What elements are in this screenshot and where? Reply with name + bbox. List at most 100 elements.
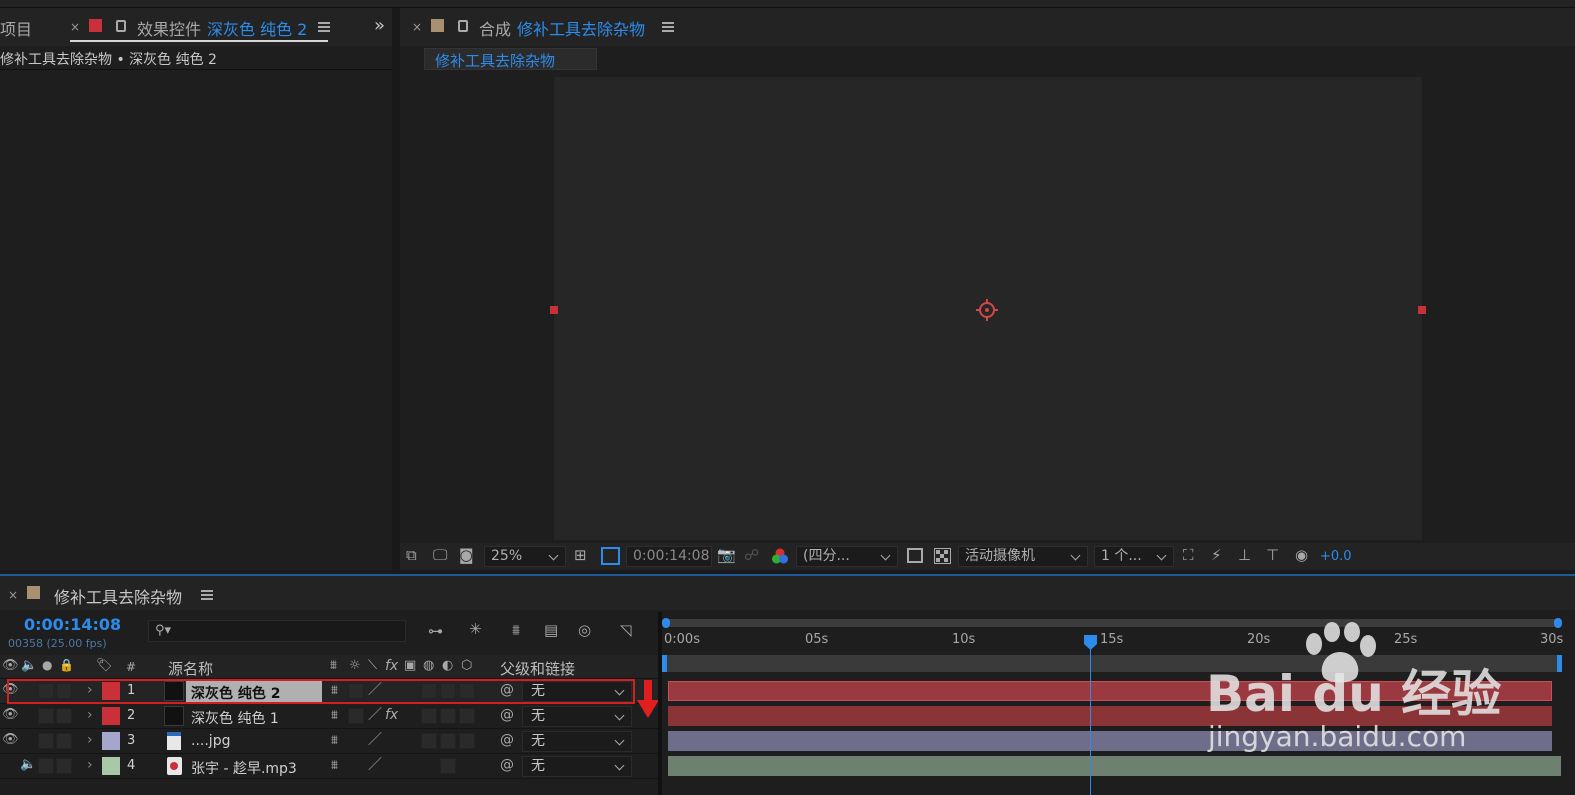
exposure-value[interactable]: +0.0 (1320, 549, 1352, 564)
layer-row[interactable]: 👁 › 3 ....jpg ⩩ ／ @ 无 (0, 729, 660, 754)
zoom-dropdown[interactable]: 25% (484, 546, 566, 567)
expand-chevron-icon[interactable]: › (87, 732, 93, 748)
solo-toggle[interactable] (38, 758, 54, 774)
timecode-field[interactable]: 0:00:14:08 (626, 546, 712, 567)
lock-toggle[interactable] (56, 758, 72, 774)
exposure-reset-icon[interactable]: ◉ (1295, 548, 1308, 563)
label-color-swatch[interactable] (102, 707, 120, 725)
views-dropdown[interactable]: 1 个... (1094, 546, 1174, 567)
work-area-start-handle[interactable] (662, 655, 667, 672)
project-tab[interactable]: 项目 (0, 16, 32, 40)
frame-blending-icon[interactable]: ▤ (544, 623, 558, 638)
fast-preview-icon[interactable]: ⚡ (1211, 548, 1222, 563)
parent-dropdown[interactable]: 无 (522, 756, 632, 777)
parent-dropdown[interactable]: 无 (522, 706, 632, 727)
solo-toggle[interactable] (38, 733, 54, 749)
layer-handle-right[interactable] (1418, 306, 1426, 314)
solo-toggle[interactable] (38, 708, 54, 724)
layer-handle-left[interactable] (550, 306, 558, 314)
audio-column-icon[interactable]: 🔈 (21, 659, 37, 672)
quality-switch-icon[interactable]: ／ (368, 708, 382, 722)
close-icon[interactable]: × (412, 20, 422, 34)
lock-toggle[interactable] (56, 708, 72, 724)
pickwhip-icon[interactable]: @ (500, 708, 514, 722)
shy-layers-icon[interactable]: ⩩ (512, 623, 520, 638)
panel-menu-icon[interactable] (318, 22, 330, 32)
anchor-point-icon[interactable] (975, 298, 999, 322)
close-icon[interactable]: × (70, 20, 80, 34)
comp-flowchart-icon[interactable]: ⊶ (428, 624, 443, 639)
motion-blur-switch[interactable] (421, 733, 437, 749)
monitor-icon[interactable]: 🖵 (433, 548, 447, 563)
panel-menu-icon[interactable] (662, 22, 674, 32)
adjustment-switch[interactable] (440, 758, 456, 774)
navigator-start-handle[interactable] (662, 618, 670, 628)
shy-switch-icon[interactable]: ⩩ (331, 759, 338, 772)
camera-icon[interactable]: 📷 (717, 548, 736, 563)
timeline-tab-name[interactable]: 修补工具去除杂物 (54, 584, 182, 608)
eye-icon[interactable]: 👁 (2, 708, 19, 721)
motion-blur-icon[interactable]: ◎ (578, 623, 591, 638)
transparency-grid-icon[interactable] (934, 548, 951, 564)
layer-name[interactable]: ....jpg (191, 733, 230, 749)
draft-3d-icon[interactable]: ✳ (469, 622, 482, 637)
label-column-icon[interactable]: 🏷 (96, 659, 113, 672)
lock-icon[interactable] (116, 20, 126, 32)
quality-switch-icon[interactable]: ／ (368, 733, 382, 747)
layer-duration-bar[interactable] (668, 756, 1561, 776)
parent-column-header[interactable]: 父级和链接 (500, 658, 575, 679)
flowchart-icon[interactable]: ⊤ (1266, 548, 1279, 563)
label-color-swatch[interactable] (102, 732, 120, 750)
composition-tab-title[interactable]: 合成 (479, 16, 511, 40)
composition-breadcrumb[interactable]: 修补工具去除杂物 (424, 48, 597, 70)
fx-switch-icon[interactable]: fx (385, 707, 398, 723)
shy-switch-icon[interactable]: ⩩ (331, 734, 338, 747)
solo-column-icon[interactable]: ● (42, 659, 52, 671)
camera-dropdown[interactable]: 活动摄像机 (958, 546, 1088, 567)
expand-chevron-icon[interactable]: › (87, 707, 93, 723)
3d-switch[interactable] (459, 708, 475, 724)
time-ruler[interactable]: 0:00s 05s 10s 15s 20s 25s 30s (662, 618, 1575, 655)
layer-search-input[interactable]: ⚲▾ (148, 620, 406, 642)
layer-name[interactable]: 深灰色 纯色 1 (191, 708, 279, 728)
snapshot-icon[interactable]: ☍ (744, 548, 759, 563)
motion-blur-switch[interactable] (421, 708, 437, 724)
layer-name[interactable]: 张宇 - 趁早.mp3 (191, 758, 297, 778)
label-color-swatch[interactable] (102, 757, 120, 775)
timeline-icon[interactable]: ⊥ (1238, 548, 1251, 563)
lock-toggle[interactable] (56, 733, 72, 749)
collapse-switch[interactable] (348, 708, 364, 724)
visibility-column-icon[interactable]: 👁 (2, 659, 19, 672)
effect-controls-tab-layer[interactable]: 深灰色 纯色 2 (207, 16, 307, 40)
shy-switch-icon[interactable]: ⩩ (331, 709, 338, 722)
composition-tab-name[interactable]: 修补工具去除杂物 (517, 16, 645, 40)
playhead-handle[interactable] (1084, 635, 1097, 650)
navigator-end-handle[interactable] (1554, 618, 1562, 628)
resolution-dropdown[interactable]: (四分... (796, 546, 898, 567)
layer-row[interactable]: 👁 › 2 深灰色 纯色 1 ⩩ ／ fx @ 无 (0, 704, 660, 729)
toggle-mask-icon[interactable] (601, 547, 620, 565)
expand-panels-icon[interactable]: » (374, 15, 385, 36)
panel-menu-icon[interactable] (201, 590, 213, 600)
expand-chevron-icon[interactable]: › (87, 757, 93, 773)
3d-switch[interactable] (459, 733, 475, 749)
adjustment-switch[interactable] (440, 708, 456, 724)
mask-icon[interactable]: ◙ (459, 548, 474, 563)
effect-controls-tab-title[interactable]: 效果控件 (137, 16, 201, 40)
lock-column-icon[interactable]: 🔒 (59, 659, 74, 671)
eye-icon[interactable]: 👁 (2, 733, 19, 746)
parent-dropdown[interactable]: 无 (522, 731, 632, 752)
pixel-aspect-icon[interactable]: ⛶ (1183, 548, 1194, 563)
grid-icon[interactable]: ⊞ (574, 548, 587, 563)
layer-row[interactable]: 🔈 › 4 张宇 - 趁早.mp3 ⩩ ／ @ 无 (0, 754, 660, 779)
always-preview-icon[interactable]: ⧉ (406, 548, 417, 563)
panel-divider[interactable] (392, 8, 400, 570)
speaker-icon[interactable]: 🔈 (20, 758, 36, 771)
time-navigator[interactable] (662, 619, 1560, 627)
pickwhip-icon[interactable]: @ (500, 733, 514, 747)
pickwhip-icon[interactable]: @ (500, 758, 514, 772)
quality-switch-icon[interactable]: ／ (368, 758, 382, 772)
work-area-end-handle[interactable] (1557, 655, 1562, 672)
lock-icon[interactable] (458, 20, 468, 32)
graph-editor-icon[interactable]: ◹ (620, 623, 632, 638)
